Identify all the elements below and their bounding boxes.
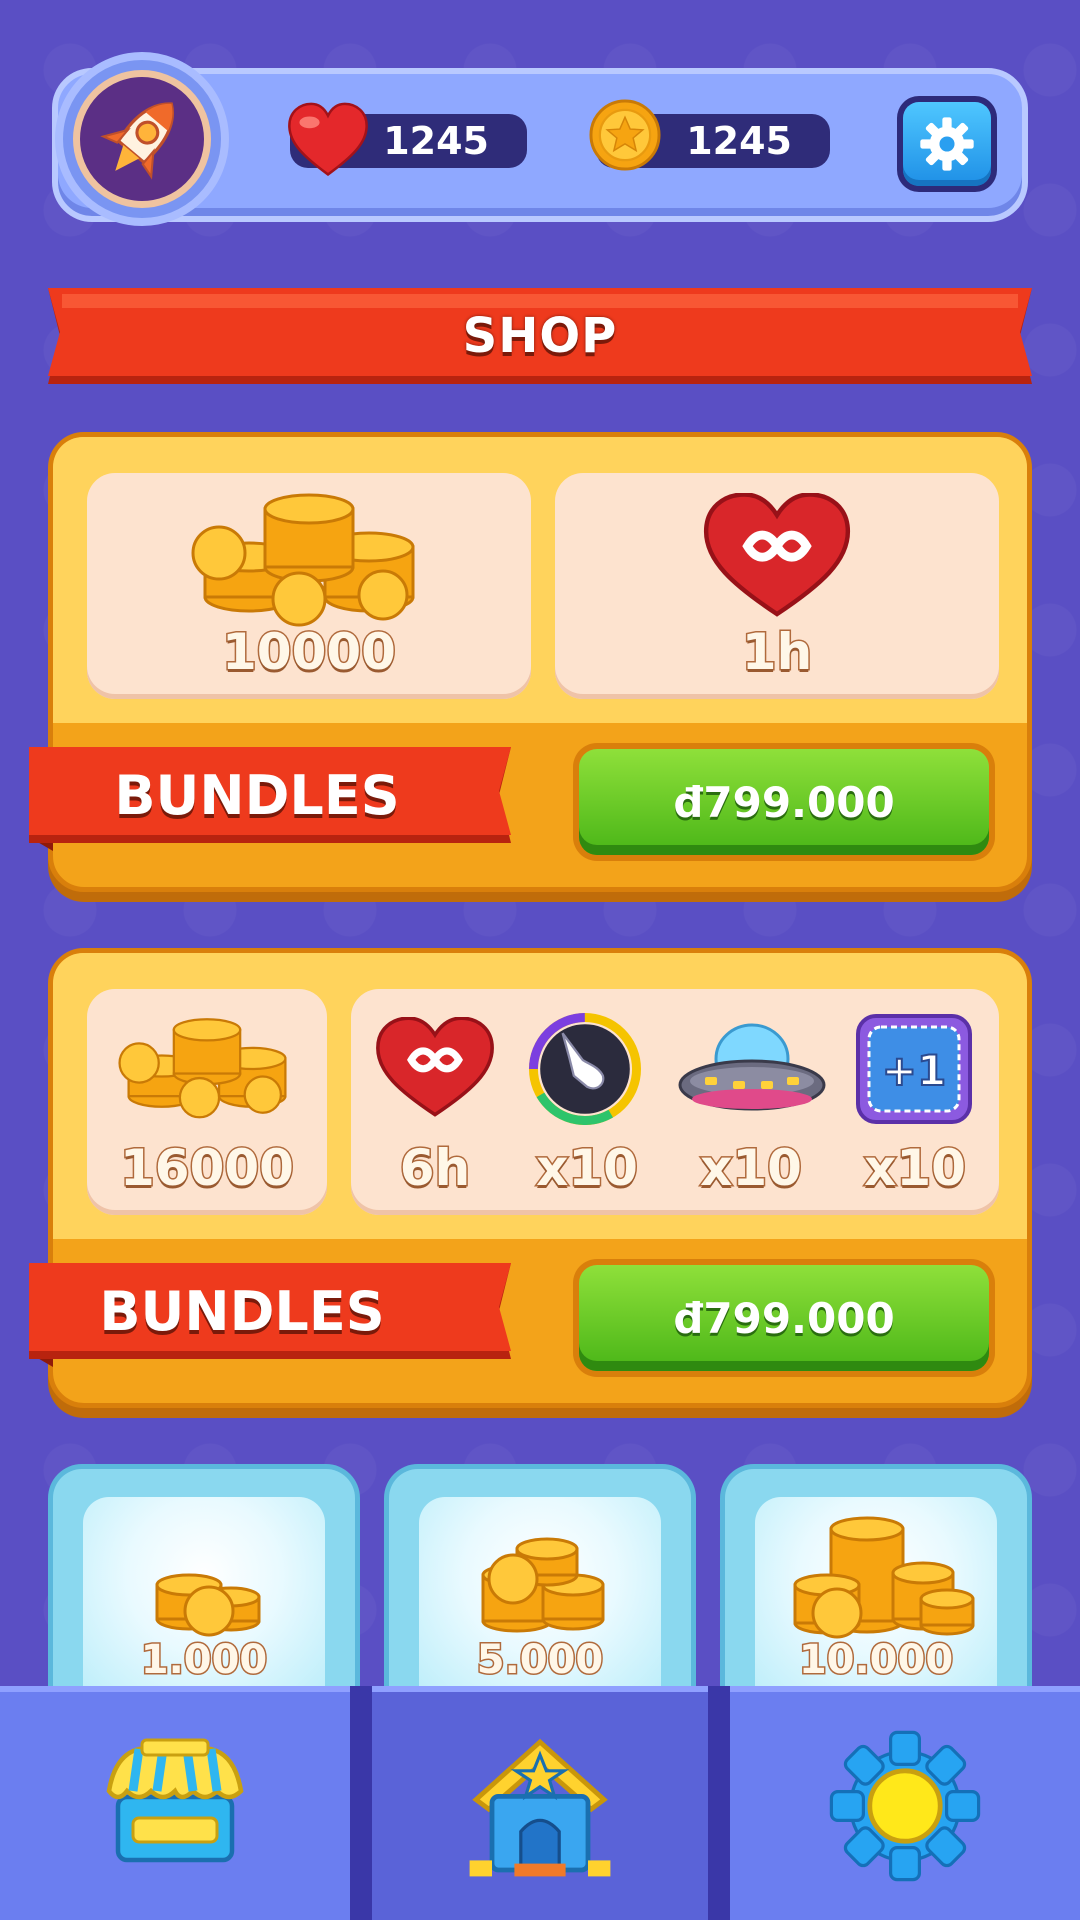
coin-pack-3-amount: 10.000 [797, 1636, 954, 1685]
player-avatar[interactable] [55, 52, 229, 226]
bundle-2-ribbon-label: BUNDLES [99, 1279, 385, 1343]
coin-stack-icon [793, 1516, 975, 1639]
shop-title: SHOP [462, 308, 618, 364]
nav-home-tab[interactable] [372, 1686, 708, 1920]
hearts-value: 1245 [383, 119, 489, 163]
bundle-2-ribbon: BUNDLES [29, 1263, 511, 1367]
settings-icon [829, 1730, 981, 1882]
coin-stack-icon [481, 1537, 605, 1633]
coin-pack-1[interactable]: 1.000 [48, 1464, 360, 1694]
coin-pile-icon [118, 1018, 287, 1119]
coin-pack-2-amount: 5.000 [475, 1636, 605, 1685]
bundle-card-1: 10000 1h BUNDLES đ799.000 [29, 432, 1032, 892]
bundle-2-ufo-value: x10 [699, 1138, 804, 1199]
heart-icon [288, 102, 368, 177]
nav-settings-tab[interactable] [730, 1686, 1080, 1920]
coin-pile-icon [191, 493, 415, 627]
infinite-heart-icon [376, 1017, 494, 1117]
nav-shop-tab[interactable] [0, 1686, 350, 1920]
coin-pack-2[interactable]: 5.000 [384, 1464, 696, 1694]
bundle-card-2: 16000 6h x10 x10 +1 x10 BUNDLES đ799.000 [29, 948, 1032, 1408]
bundle-1-buy-button[interactable]: đ799.000 [573, 743, 995, 861]
coin-pack-3[interactable]: 10.000 [720, 1464, 1032, 1694]
bundle-2-price: đ799.000 [579, 1265, 989, 1371]
coin-pack-1-amount: 1.000 [139, 1636, 269, 1685]
shop-icon [106, 1738, 244, 1863]
coins-value: 1245 [686, 119, 792, 163]
ufo-booster-icon [678, 1023, 826, 1111]
infinite-heart-icon [703, 493, 851, 617]
bundle-1-price: đ799.000 [579, 749, 989, 855]
svg-text:+1: +1 [882, 1046, 946, 1095]
rocket-icon [100, 102, 174, 180]
shop-title-banner: SHOP [48, 288, 1032, 384]
bundle-2-buy-button[interactable]: đ799.000 [573, 1259, 995, 1377]
bundle-1-coins-value: 10000 [221, 622, 398, 683]
coin-icon [589, 99, 661, 171]
bundle-1-ribbon-label: BUNDLES [114, 763, 400, 827]
hand-booster-icon [529, 1013, 641, 1125]
bundle-2-coins-value: 16000 [119, 1138, 296, 1199]
bundle-1-heart-item: 1h [555, 473, 999, 699]
plus-one-booster-icon: +1 [856, 1014, 972, 1124]
bundle-2-heart-value: 6h [398, 1138, 471, 1199]
bundle-2-plus-value: x10 [863, 1138, 968, 1199]
bundle-2-boosters-box: 6h x10 x10 +1 x10 [351, 989, 999, 1215]
bundle-2-coins-item: 16000 [87, 989, 327, 1215]
bundle-1-ribbon: BUNDLES [29, 747, 511, 851]
bundle-1-heart-value: 1h [740, 622, 813, 683]
coin-stack-icon [155, 1573, 261, 1637]
home-icon [469, 1738, 611, 1877]
bottom-navigation [0, 1686, 1080, 1920]
bundle-1-coins-item: 10000 [87, 473, 531, 699]
gear-icon [920, 117, 974, 171]
bundle-2-hand-value: x10 [535, 1138, 640, 1199]
settings-button[interactable] [897, 96, 997, 192]
